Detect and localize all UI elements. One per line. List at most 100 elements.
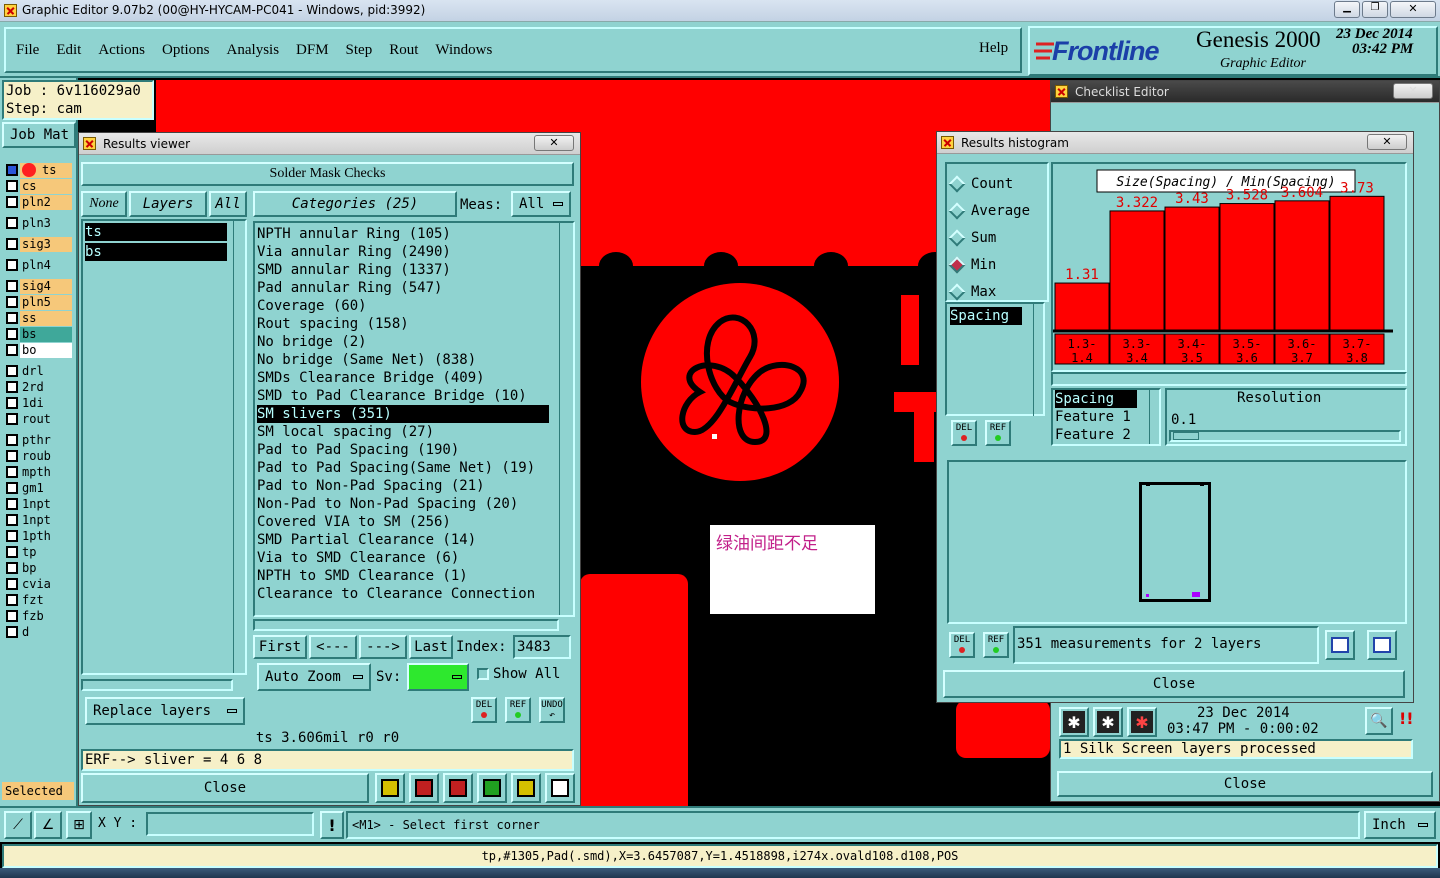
hist-ref-button[interactable]: REF (983, 632, 1009, 658)
layer-name[interactable]: rout (20, 411, 72, 427)
results-tool-icon[interactable] (477, 773, 507, 803)
histogram-bar[interactable] (1054, 282, 1110, 331)
layer-checkbox[interactable] (6, 434, 18, 446)
category-item[interactable]: Pad to Pad Spacing (190) (257, 441, 573, 459)
layer-name[interactable]: 1npt (20, 512, 72, 528)
measure-list[interactable]: Spacing (945, 302, 1045, 416)
layer-checkbox[interactable] (6, 312, 18, 324)
results-tool-icon[interactable] (511, 773, 541, 803)
layer-checkbox[interactable] (6, 626, 18, 638)
histogram-close-x[interactable]: ✕ (1367, 134, 1407, 150)
next-button[interactable]: ---> (359, 635, 407, 659)
run-icon-1[interactable]: ✱ (1059, 707, 1089, 737)
layer-row[interactable]: rout (6, 411, 72, 427)
layer-checkbox[interactable] (6, 562, 18, 574)
layer-name[interactable]: tp (20, 544, 72, 560)
show-all-checkbox[interactable] (477, 668, 489, 680)
category-item[interactable]: No bridge (Same Net) (838) (257, 351, 573, 369)
histogram-bar[interactable] (1109, 210, 1165, 331)
layer-checkbox[interactable] (6, 450, 18, 462)
feature-item[interactable]: Feature 2 (1055, 426, 1137, 444)
units-dropdown[interactable]: Inch (1364, 811, 1436, 839)
layer-checkbox[interactable] (6, 296, 18, 308)
layer-checkbox[interactable] (6, 482, 18, 494)
layer-row[interactable]: drl (6, 363, 72, 379)
results-tool-icon[interactable] (545, 773, 575, 803)
category-item[interactable]: SM slivers (351) (257, 405, 549, 423)
category-item[interactable]: NPTH to SMD Clearance (1) (257, 567, 573, 585)
layer-row[interactable]: gm1 (6, 480, 72, 496)
resolution-slider[interactable] (1169, 430, 1401, 442)
layer-checkbox[interactable] (6, 196, 18, 208)
layer-checkbox[interactable] (6, 466, 18, 478)
layer-name[interactable]: mpth (20, 464, 72, 480)
category-item[interactable]: Non-Pad to Non-Pad Spacing (20) (257, 495, 573, 513)
layer-name[interactable]: fzb (20, 608, 72, 624)
checklist-editor-close-x[interactable]: ✕ (1393, 83, 1433, 99)
layer-checkbox[interactable] (6, 238, 18, 250)
layer-row[interactable]: 1npt (6, 512, 72, 528)
sv-color-dropdown[interactable] (407, 663, 469, 691)
results-tool-icon[interactable] (443, 773, 473, 803)
layer-checkbox[interactable] (6, 578, 18, 590)
histogram-bar[interactable] (1164, 206, 1220, 331)
layer-name[interactable]: pln4 (20, 257, 72, 273)
histogram-bar[interactable] (1219, 203, 1275, 331)
categories-list[interactable]: NPTH annular Ring (105) Via annular Ring … (253, 221, 575, 617)
layer-row[interactable]: cs (6, 178, 72, 194)
grid-icon[interactable]: ⊞ (66, 811, 92, 839)
layer-checkbox[interactable] (6, 498, 18, 510)
layer-name[interactable]: gm1 (20, 480, 72, 496)
layer-checkbox[interactable] (6, 365, 18, 377)
undo-button[interactable]: UNDO ↶ (539, 697, 565, 723)
category-item[interactable]: SMD to Pad Clearance Bridge (10) (257, 387, 573, 405)
first-button[interactable]: First (253, 635, 307, 659)
layer-checkbox[interactable] (6, 217, 18, 229)
layer-name[interactable]: 1di (20, 395, 72, 411)
measure-list-vscroll[interactable] (1033, 304, 1045, 416)
menu-step[interactable]: Step (346, 42, 373, 59)
menu-file[interactable]: File (16, 42, 39, 59)
maximize-button[interactable]: ❐ (1362, 1, 1388, 18)
category-item[interactable]: Pad to Pad Spacing(Same Net) (19) (257, 459, 573, 477)
layer-name[interactable]: drl (20, 363, 72, 379)
index-input[interactable]: 3483 (513, 635, 571, 659)
category-item[interactable]: Clearance to Clearance Connection (257, 585, 573, 603)
job-matrix-button[interactable]: Job Mat (2, 122, 76, 148)
layer-row[interactable]: roub (6, 448, 72, 464)
hist-del-button[interactable]: DEL (949, 632, 975, 658)
mode-option-sum[interactable]: Sum (947, 224, 1047, 251)
results-viewer-close-button[interactable]: Close (81, 773, 369, 803)
last-button[interactable]: Last (409, 635, 453, 659)
menu-help[interactable]: Help (979, 40, 1008, 57)
measure-icon[interactable]: ∠ (34, 811, 62, 839)
layer-row[interactable]: 1npt (6, 496, 72, 512)
layer-checkbox[interactable] (6, 594, 18, 606)
layer-checkbox[interactable] (6, 413, 18, 425)
layers-button[interactable]: Layers (129, 191, 207, 217)
layer-checkbox[interactable] (6, 164, 18, 176)
result-layer-item[interactable]: ts (85, 223, 227, 241)
category-item[interactable]: No bridge (2) (257, 333, 573, 351)
radio-icon[interactable] (948, 202, 966, 219)
all-button[interactable]: All (209, 191, 247, 217)
histogram-bar[interactable] (1329, 195, 1385, 331)
layer-row[interactable]: cvia (6, 576, 72, 592)
layer-row[interactable]: pln4 (6, 257, 72, 273)
layer-row[interactable]: 1pth (6, 528, 72, 544)
run-icon-2[interactable]: ✱ (1093, 707, 1123, 737)
layer-checkbox[interactable] (6, 328, 18, 340)
menu-dfm[interactable]: DFM (296, 42, 329, 59)
layer-row[interactable]: pln2 (6, 194, 72, 210)
layer-row[interactable]: 2rd (6, 379, 72, 395)
layer-checkbox[interactable] (6, 514, 18, 526)
layer-checkbox[interactable] (6, 180, 18, 192)
layer-results-list[interactable]: ts bs (81, 219, 247, 675)
layer-row[interactable]: fzt (6, 592, 72, 608)
category-item[interactable]: SMD annular Ring (1337) (257, 261, 573, 279)
chart-hscroll[interactable] (1051, 372, 1407, 386)
measure-item[interactable]: Spacing (950, 307, 1022, 325)
results-viewer-close-x[interactable]: ✕ (534, 135, 574, 151)
category-item[interactable]: NPTH annular Ring (105) (257, 225, 573, 243)
category-item[interactable]: SM local spacing (27) (257, 423, 573, 441)
